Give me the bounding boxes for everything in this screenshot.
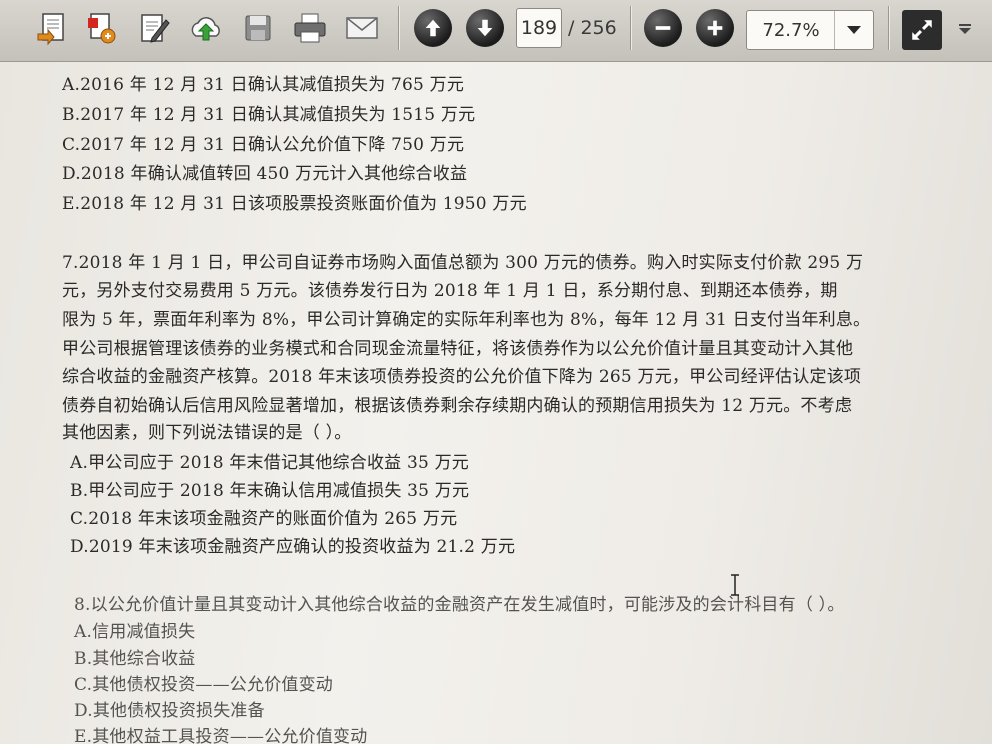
toolbar-separator <box>888 6 889 50</box>
toolbar: 189 / 256 72.7% <box>0 0 992 62</box>
question-7-text: 甲公司根据管理该债券的业务模式和合同现金流量特征，将该债券作为以公允价值计量且其… <box>62 339 854 359</box>
edit-icon <box>141 14 170 43</box>
document-page[interactable]: A.2016 年 12 月 31 日确认其减值损失为 765 万元 B.2017… <box>0 62 992 744</box>
question-6-option-c: C.2017 年 12 月 31 日确认公允价值下降 750 万元 <box>62 135 465 155</box>
upload-cloud-icon <box>191 17 220 41</box>
toolbar-separator <box>630 6 631 50</box>
question-7-text: 其他因素，则下列说法错误的是（ ）。 <box>62 423 352 443</box>
open-file-icon <box>37 13 64 46</box>
question-7-text: 7.2018 年 1 月 1 日，甲公司自证券市场购入面值总额为 300 万元的… <box>62 253 864 273</box>
question-8-option-c: C.其他债权投资——公允价值变动 <box>74 675 334 695</box>
zoom-out-icon <box>655 26 671 30</box>
print-icon <box>294 13 326 43</box>
more-options-button[interactable] <box>958 24 972 38</box>
question-7-text: 综合收益的金融资产核算。2018 年末该项债券投资的公允价值下降为 265 万元… <box>62 367 862 387</box>
export-icon <box>88 13 116 44</box>
question-8-option-b: B.其他综合收益 <box>74 649 196 669</box>
previous-page-button[interactable] <box>414 9 452 47</box>
page-number-input[interactable]: 189 <box>516 8 562 48</box>
email-button[interactable] <box>340 6 384 50</box>
chevron-down-icon <box>847 26 861 34</box>
save-button[interactable] <box>236 6 280 50</box>
question-8-text: 8.以公允价值计量且其变动计入其他综合收益的金融资产在发生减值时，可能涉及的会计… <box>74 595 845 615</box>
question-7-text: 限为 5 年，票面年利率为 8%，甲公司计算确定的实际年利率也为 8%，每年 1… <box>62 310 871 330</box>
question-8-option-d: D.其他债权投资损失准备 <box>74 701 265 721</box>
question-8-option-e: E.其他权益工具投资——公允价值变动 <box>74 727 368 744</box>
question-6-option-a: A.2016 年 12 月 31 日确认其减值损失为 765 万元 <box>62 75 465 95</box>
question-6-option-d: D.2018 年确认减值转回 450 万元计入其他综合收益 <box>62 164 468 184</box>
next-page-icon <box>477 19 493 37</box>
zoom-in-icon <box>707 20 723 36</box>
question-7-option-d: D.2019 年末该项金融资产应确认的投资收益为 21.2 万元 <box>70 537 516 557</box>
save-icon <box>245 15 271 41</box>
edit-button[interactable] <box>132 6 176 50</box>
zoom-value: 72.7% <box>762 19 820 41</box>
fullscreen-icon <box>912 20 932 40</box>
question-6-option-b: B.2017 年 12 月 31 日确认其减值损失为 1515 万元 <box>62 105 476 125</box>
zoom-dropdown-button[interactable] <box>834 11 873 49</box>
question-8-option-a: A.信用减值损失 <box>74 622 196 642</box>
toolbar-separator <box>398 6 399 50</box>
zoom-select[interactable]: 72.7% <box>746 10 874 50</box>
zoom-out-button[interactable] <box>644 9 682 47</box>
more-options-icon <box>959 24 971 26</box>
question-7-text: 元，另外支付交易费用 5 万元。该债券发行日为 2018 年 1 月 1 日，系… <box>62 281 838 301</box>
upload-button[interactable] <box>184 6 228 50</box>
zoom-in-button[interactable] <box>696 9 734 47</box>
question-7-text: 债券自初始确认后信用风险显著增加，根据该债券剩余存续期内确认的预期信用损失为 1… <box>62 396 853 416</box>
previous-page-icon <box>425 19 441 37</box>
question-7-option-a: A.甲公司应于 2018 年末借记其他综合收益 35 万元 <box>70 453 469 473</box>
email-icon <box>346 17 378 39</box>
export-button[interactable] <box>80 6 124 50</box>
question-7-option-b: B.甲公司应于 2018 年末确认信用减值损失 35 万元 <box>70 481 470 501</box>
question-7-option-c: C.2018 年末该项金融资产的账面价值为 265 万元 <box>70 509 458 529</box>
next-page-button[interactable] <box>466 9 504 47</box>
text-cursor-icon <box>731 574 739 596</box>
page-total-label: / 256 <box>568 17 617 39</box>
print-button[interactable] <box>288 6 332 50</box>
question-6-option-e: E.2018 年 12 月 31 日该项股票投资账面价值为 1950 万元 <box>62 194 527 214</box>
fullscreen-button[interactable] <box>902 10 942 50</box>
open-file-button[interactable] <box>30 6 74 50</box>
